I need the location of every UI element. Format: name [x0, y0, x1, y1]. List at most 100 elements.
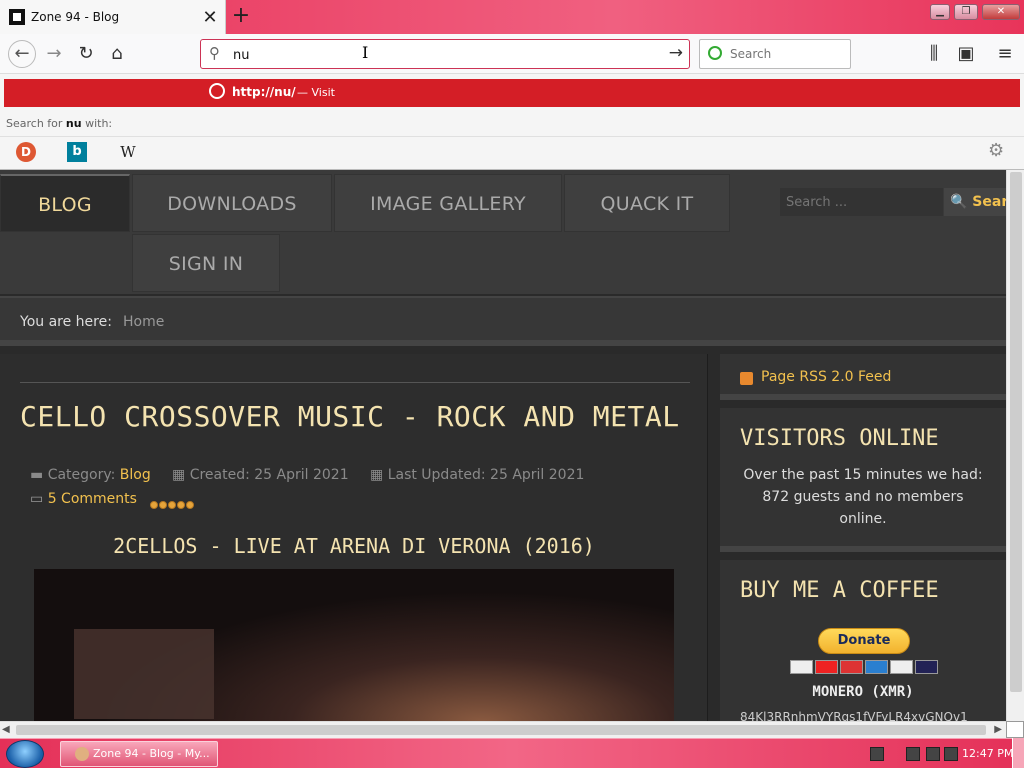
duckduckgo-icon[interactable]: D: [16, 142, 36, 162]
visitors-title: VISITORS ONLINE: [740, 426, 939, 451]
rating-star-icon[interactable]: [159, 501, 167, 509]
new-tab-button[interactable]: +: [230, 2, 252, 32]
suggestion-visit-row[interactable]: http://nu/ — Visit: [4, 79, 1020, 107]
visitors-text: Over the past 15 minutes we had: 872 gue…: [743, 467, 983, 527]
bing-icon[interactable]: b: [67, 142, 87, 162]
search-for-suffix: with:: [81, 117, 113, 130]
calendar-icon: ▦: [172, 467, 190, 483]
tab-close-icon[interactable]: ✕: [195, 7, 225, 28]
vertical-scrollbar-thumb[interactable]: [1010, 172, 1022, 692]
menu-item-quack-it[interactable]: QUACK IT: [564, 174, 730, 232]
firefox-icon: [75, 747, 89, 761]
meta-created: ▦ Created: 25 April 2021: [172, 467, 349, 483]
scrollbar-corner: [1006, 721, 1024, 738]
visitors-module: VISITORS ONLINE Over the past 15 minutes…: [720, 408, 1006, 552]
mastercard-icon: [815, 660, 838, 674]
suggestion-url: http://nu/: [232, 85, 296, 99]
article-title[interactable]: CELLO CROSSOVER MUSIC - ROCK AND METAL: [20, 400, 680, 433]
horizontal-scrollbar[interactable]: ◀ ▶: [0, 721, 1006, 738]
bank-card-icon: [915, 660, 938, 674]
globe-icon: [209, 83, 225, 99]
rating-star-icon[interactable]: [150, 501, 158, 509]
search-for-label: Search for nu with:: [6, 117, 112, 130]
web-page: BLOG DOWNLOADS IMAGE GALLERY QUACK IT SI…: [0, 170, 1006, 721]
rss-link[interactable]: Page RSS 2.0 Feed: [761, 369, 891, 385]
wikipedia-icon[interactable]: W: [118, 142, 138, 162]
reload-icon[interactable]: ↻: [74, 42, 98, 66]
category-label: Category:: [47, 467, 116, 483]
window-close-button[interactable]: ✕: [982, 4, 1020, 20]
coffee-title: BUY ME A COFFEE: [740, 578, 939, 603]
dropdown-divider: [0, 136, 1024, 137]
home-icon[interactable]: ⌂: [105, 42, 129, 66]
comments-link[interactable]: ▭ 5 Comments: [30, 491, 137, 507]
site-search-button[interactable]: 🔍 Search: [944, 188, 1006, 216]
donate-button[interactable]: Donate: [818, 628, 910, 654]
clock[interactable]: 12:47 PM: [962, 747, 1013, 760]
discover-icon: [890, 660, 913, 674]
sidebar: Page RSS 2.0 Feed VISITORS ONLINE Over t…: [720, 354, 1006, 721]
browser-tab[interactable]: Zone 94 - Blog ✕: [0, 0, 226, 34]
star-rating[interactable]: [150, 494, 195, 513]
menu-item-image-gallery[interactable]: IMAGE GALLERY: [334, 174, 562, 232]
meta-updated: ▦ Last Updated: 25 April 2021: [370, 467, 584, 483]
text-cursor-icon: I: [362, 43, 369, 62]
taskbar-item-firefox[interactable]: Zone 94 - Blog - My...: [60, 741, 218, 767]
divider: [20, 382, 690, 383]
go-arrow-icon[interactable]: →: [669, 43, 683, 63]
start-button[interactable]: [6, 740, 44, 768]
tab-title: Zone 94 - Blog: [31, 10, 120, 24]
breadcrumb: You are here: Home: [0, 296, 1006, 346]
monero-address[interactable]: 84Kl3RRnhmVYRqs1fVFyLR4xvGNQv1: [740, 710, 968, 721]
hamburger-menu-icon[interactable]: ≡: [993, 42, 1017, 66]
search-input[interactable]: [730, 47, 845, 61]
taskbar: Zone 94 - Blog - My... 12:47 PM: [0, 738, 1024, 768]
breadcrumb-label: You are here:: [20, 314, 112, 330]
forward-arrow-icon[interactable]: →: [42, 42, 66, 66]
flag-icon[interactable]: [944, 747, 958, 761]
rating-star-icon[interactable]: [177, 501, 185, 509]
comments-label: 5 Comments: [47, 491, 137, 507]
sidebar-toggle-icon[interactable]: ▣: [954, 42, 978, 66]
suggestion-action: — Visit: [297, 86, 335, 99]
search-for-term: nu: [65, 117, 82, 130]
search-icon: ⚲: [209, 44, 220, 62]
scroll-left-icon[interactable]: ◀: [2, 724, 10, 735]
url-bar[interactable]: ⚲ →: [200, 39, 690, 69]
category-link[interactable]: Blog: [120, 467, 151, 483]
url-input[interactable]: [233, 46, 653, 64]
vertical-scrollbar[interactable]: [1006, 170, 1024, 721]
amex-icon: [865, 660, 888, 674]
network-icon[interactable]: [906, 747, 920, 761]
system-tray: 12:47 PM: [866, 739, 1024, 768]
calendar-icon: ▦: [370, 467, 388, 483]
video-frame-image: [74, 629, 214, 719]
browser-titlebar: Zone 94 - Blog ✕ + ▁ ❐ ✕: [0, 0, 1024, 34]
browser-navbar: ← → ↻ ⌂ ⚲ → ⫼ ▣ ≡: [0, 34, 1024, 74]
library-icon[interactable]: ⫼: [922, 42, 946, 66]
rating-star-icon[interactable]: [168, 501, 176, 509]
breadcrumb-home-link[interactable]: Home: [123, 314, 164, 330]
gear-icon[interactable]: ⚙: [988, 140, 1004, 161]
taskbar-item-label: Zone 94 - Blog - My...: [93, 747, 210, 760]
scroll-right-icon[interactable]: ▶: [994, 724, 1002, 735]
horizontal-scrollbar-thumb[interactable]: [16, 725, 986, 735]
window-maximize-button[interactable]: ❐: [954, 4, 978, 20]
window-minimize-button[interactable]: ▁: [930, 4, 950, 20]
site-search-input[interactable]: [780, 188, 943, 216]
meta-category: ▬ Category: Blog: [30, 467, 151, 483]
keyboard-icon[interactable]: [870, 747, 884, 761]
article: CELLO CROSSOVER MUSIC - ROCK AND METAL ▬…: [0, 354, 708, 721]
menu-item-downloads[interactable]: DOWNLOADS: [132, 174, 332, 232]
embedded-video[interactable]: [34, 569, 674, 721]
search-bar[interactable]: [699, 39, 851, 69]
show-desktop-button[interactable]: [1012, 738, 1024, 768]
coffee-module: BUY ME A COFFEE Donate MONERO (XMR) 84Kl…: [720, 560, 1006, 721]
comment-icon: ▭: [30, 491, 48, 507]
menu-item-sign-in[interactable]: SIGN IN: [132, 234, 280, 292]
volume-icon[interactable]: [926, 747, 940, 761]
menu-item-blog[interactable]: BLOG: [0, 174, 130, 232]
rating-star-icon[interactable]: [186, 501, 194, 509]
back-arrow-icon[interactable]: ←: [8, 40, 36, 68]
search-for-prefix: Search for: [6, 117, 66, 130]
